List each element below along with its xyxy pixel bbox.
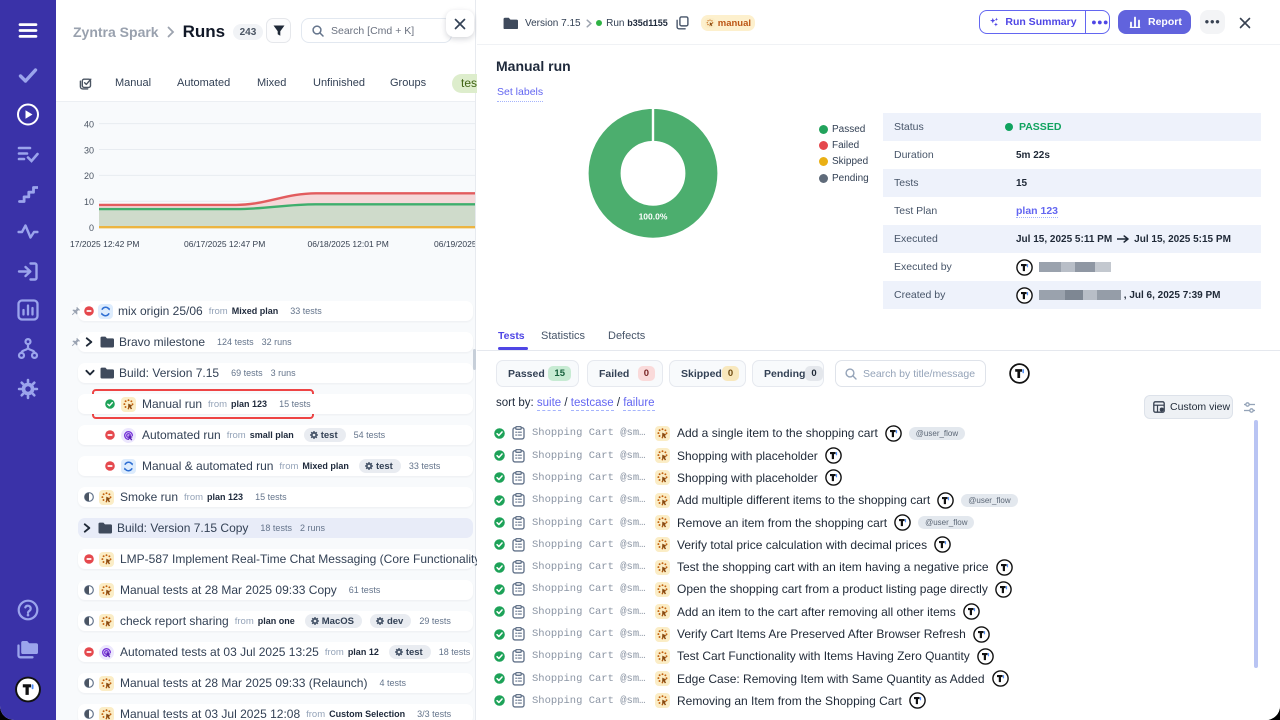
svg-text:10: 10 [84, 197, 94, 207]
svg-text:40: 40 [84, 119, 94, 129]
svg-text:30: 30 [84, 145, 94, 155]
svg-text:17/2025 12:42 PM: 17/2025 12:42 PM [70, 239, 139, 249]
svg-text:20: 20 [84, 171, 94, 181]
svg-text:0: 0 [89, 223, 94, 233]
svg-text:06/18/2025 12:01 PM: 06/18/2025 12:01 PM [308, 239, 389, 249]
svg-text:06/17/2025 12:47 PM: 06/17/2025 12:47 PM [184, 239, 265, 249]
svg-text:100.0%: 100.0% [639, 212, 668, 222]
svg-text:06/19/2025: 06/19/2025 [434, 239, 475, 249]
